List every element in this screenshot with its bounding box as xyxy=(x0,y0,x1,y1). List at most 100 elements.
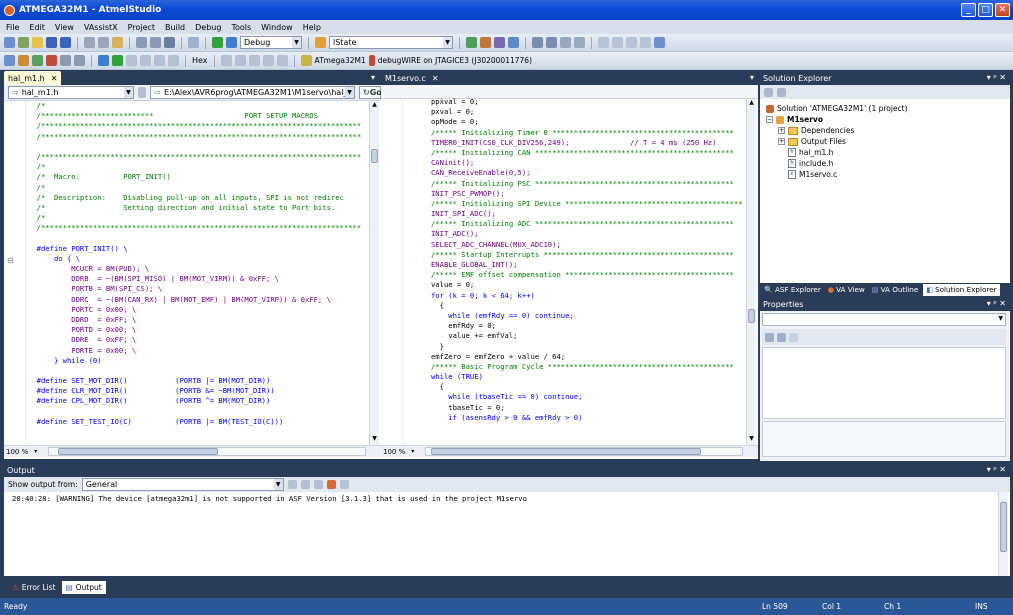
indent-icon[interactable] xyxy=(532,37,543,48)
save-all-icon[interactable] xyxy=(60,37,71,48)
pin-icon[interactable]: ▾ ᵖ ✕ xyxy=(987,73,1006,82)
output-source-select[interactable]: General ▼ xyxy=(81,478,284,491)
tab-va-outline[interactable]: ▤ VA Outline xyxy=(870,285,920,294)
disassembly-icon[interactable] xyxy=(276,55,288,66)
menu-debug[interactable]: Debug xyxy=(195,23,221,32)
zoom-level[interactable]: 100 % xyxy=(6,448,28,456)
outdent-icon[interactable] xyxy=(546,37,557,48)
toolbox-icon[interactable] xyxy=(494,37,505,48)
menu-project[interactable]: Project xyxy=(128,23,155,32)
redo-icon[interactable] xyxy=(150,37,161,48)
property-pages-icon[interactable] xyxy=(789,332,798,342)
tab-dropdown-icon[interactable]: ▾ xyxy=(750,73,754,82)
scrollbar-thumb[interactable] xyxy=(1000,502,1007,552)
add-item-icon[interactable] xyxy=(18,37,29,48)
zoom-dropdown-icon[interactable]: ▾ xyxy=(411,448,414,455)
continue-icon[interactable] xyxy=(112,55,123,66)
step-into-icon[interactable] xyxy=(154,55,165,66)
minimize-button[interactable]: _ xyxy=(961,3,976,17)
right-code-area[interactable]: ppxval = 0; pxval = 0; opMode = 0; /****… xyxy=(405,97,745,445)
menu-vassistx[interactable]: VAssistX xyxy=(84,23,118,32)
memory-icon[interactable] xyxy=(220,55,232,66)
find-message-icon[interactable] xyxy=(287,480,297,489)
debugger-label[interactable]: debugWIRE on JTAGICE3 (J30200011776) xyxy=(378,56,532,65)
paste-icon[interactable] xyxy=(112,37,123,48)
close-button[interactable]: ✕ xyxy=(995,3,1010,17)
open-folder-icon[interactable] xyxy=(32,37,43,48)
pin-icon[interactable]: ▾ ᵖ ✕ xyxy=(987,465,1006,474)
new-file-icon[interactable] xyxy=(4,55,15,66)
tab-dropdown-icon[interactable]: ▾ xyxy=(371,73,375,82)
start-debugging-icon[interactable] xyxy=(212,37,223,48)
maximize-button[interactable]: □ xyxy=(978,3,993,17)
new-project-icon[interactable] xyxy=(4,37,15,48)
find-combo[interactable]: lState ▼ xyxy=(329,36,453,49)
tree-item-include-h[interactable]: h include.h xyxy=(766,158,1006,169)
bookmark-icon[interactable] xyxy=(598,37,609,48)
scrollbar-thumb[interactable] xyxy=(371,149,378,163)
vassistx-icon[interactable] xyxy=(654,37,665,48)
menu-tools[interactable]: Tools xyxy=(231,23,251,32)
sync-icon[interactable] xyxy=(137,87,147,98)
copy-icon[interactable] xyxy=(98,37,109,48)
pin-icon[interactable]: ▾ ᵖ ✕ xyxy=(987,299,1006,308)
output-message[interactable]: 20:40:28: [WARNING] The device [atmega32… xyxy=(12,494,992,508)
file-path-select[interactable]: ⇨ E:\Alex\AVR6prog\ATMEGA32M1\M1servo\ha… xyxy=(150,86,355,99)
tab-m1servo-c[interactable]: M1servo.c ✕ xyxy=(383,71,441,85)
menu-edit[interactable]: Edit xyxy=(29,23,45,32)
navigate-back-icon[interactable] xyxy=(164,37,175,48)
prev-bookmark-icon[interactable] xyxy=(626,37,637,48)
go-button[interactable]: ↻ Go xyxy=(359,86,381,99)
expand-icon[interactable]: + xyxy=(778,127,785,134)
step-icon[interactable] xyxy=(60,55,71,66)
properties-icon[interactable] xyxy=(764,87,773,97)
scroll-up-icon[interactable]: ▲ xyxy=(370,101,379,111)
hex-toggle[interactable]: Hex xyxy=(192,56,208,65)
tab-asf-explorer[interactable]: 🔍 ASF Explorer xyxy=(762,285,823,294)
left-vertical-scrollbar[interactable]: ▲ ▼ xyxy=(369,101,379,445)
zoom-dropdown-icon[interactable]: ▾ xyxy=(34,448,37,455)
tab-output[interactable]: ▤ Output xyxy=(61,580,106,594)
scroll-down-icon[interactable]: ▼ xyxy=(747,435,756,445)
word-wrap-icon[interactable] xyxy=(339,480,349,489)
tab-solution-explorer[interactable]: ◧ Solution Explorer xyxy=(923,283,1000,296)
menu-window[interactable]: Window xyxy=(261,23,293,32)
tab-va-view[interactable]: ● VA View xyxy=(826,285,867,294)
menu-view[interactable]: View xyxy=(55,23,74,32)
next-bookmark-icon[interactable] xyxy=(612,37,623,48)
collapse-icon[interactable]: − xyxy=(766,116,773,123)
horizontal-scroll-thumb[interactable] xyxy=(431,448,701,455)
stop-icon[interactable] xyxy=(126,55,137,66)
registers-icon[interactable] xyxy=(234,55,246,66)
properties-icon[interactable] xyxy=(480,37,491,48)
comment-icon[interactable] xyxy=(560,37,571,48)
restart-icon[interactable] xyxy=(140,55,151,66)
tab-error-list[interactable]: ⚠ Error List xyxy=(8,581,60,594)
pause-icon[interactable] xyxy=(98,55,109,66)
horizontal-scroll-thumb[interactable] xyxy=(58,448,218,455)
build-icon[interactable] xyxy=(188,37,199,48)
configuration-select[interactable]: Debug ▼ xyxy=(240,36,302,49)
close-tab-icon[interactable]: ✕ xyxy=(51,74,58,83)
scroll-down-icon[interactable]: ▼ xyxy=(370,435,379,445)
project-node[interactable]: − M1servo xyxy=(766,114,1006,125)
step-out-icon[interactable] xyxy=(168,55,179,66)
properties-object-select[interactable]: ▼ xyxy=(762,313,1006,326)
program-icon[interactable] xyxy=(18,55,29,66)
clear-all-icon[interactable] xyxy=(326,480,336,489)
clear-bookmarks-icon[interactable] xyxy=(640,37,651,48)
refresh-icon[interactable] xyxy=(777,87,786,97)
solution-node[interactable]: Solution 'ATMEGA32M1' (1 project) xyxy=(766,103,1006,114)
output-vertical-scrollbar[interactable] xyxy=(998,492,1008,576)
tree-item-m1servo-c[interactable]: c M1servo.c xyxy=(766,169,1006,180)
device-label[interactable]: ATmega32M1 xyxy=(315,56,366,65)
start-page-icon[interactable] xyxy=(508,37,519,48)
tree-item-dependencies[interactable]: + Dependencies xyxy=(766,125,1006,136)
next-message-icon[interactable] xyxy=(313,480,323,489)
start-without-debugging-icon[interactable] xyxy=(226,37,237,48)
tree-item-hal-m1-h[interactable]: h hal_m1.h xyxy=(766,147,1006,158)
device-programming-icon[interactable] xyxy=(32,55,43,66)
menu-help[interactable]: Help xyxy=(303,23,321,32)
step-over-icon[interactable] xyxy=(74,55,85,66)
right-vertical-scrollbar[interactable]: ▲ ▼ xyxy=(746,99,756,445)
